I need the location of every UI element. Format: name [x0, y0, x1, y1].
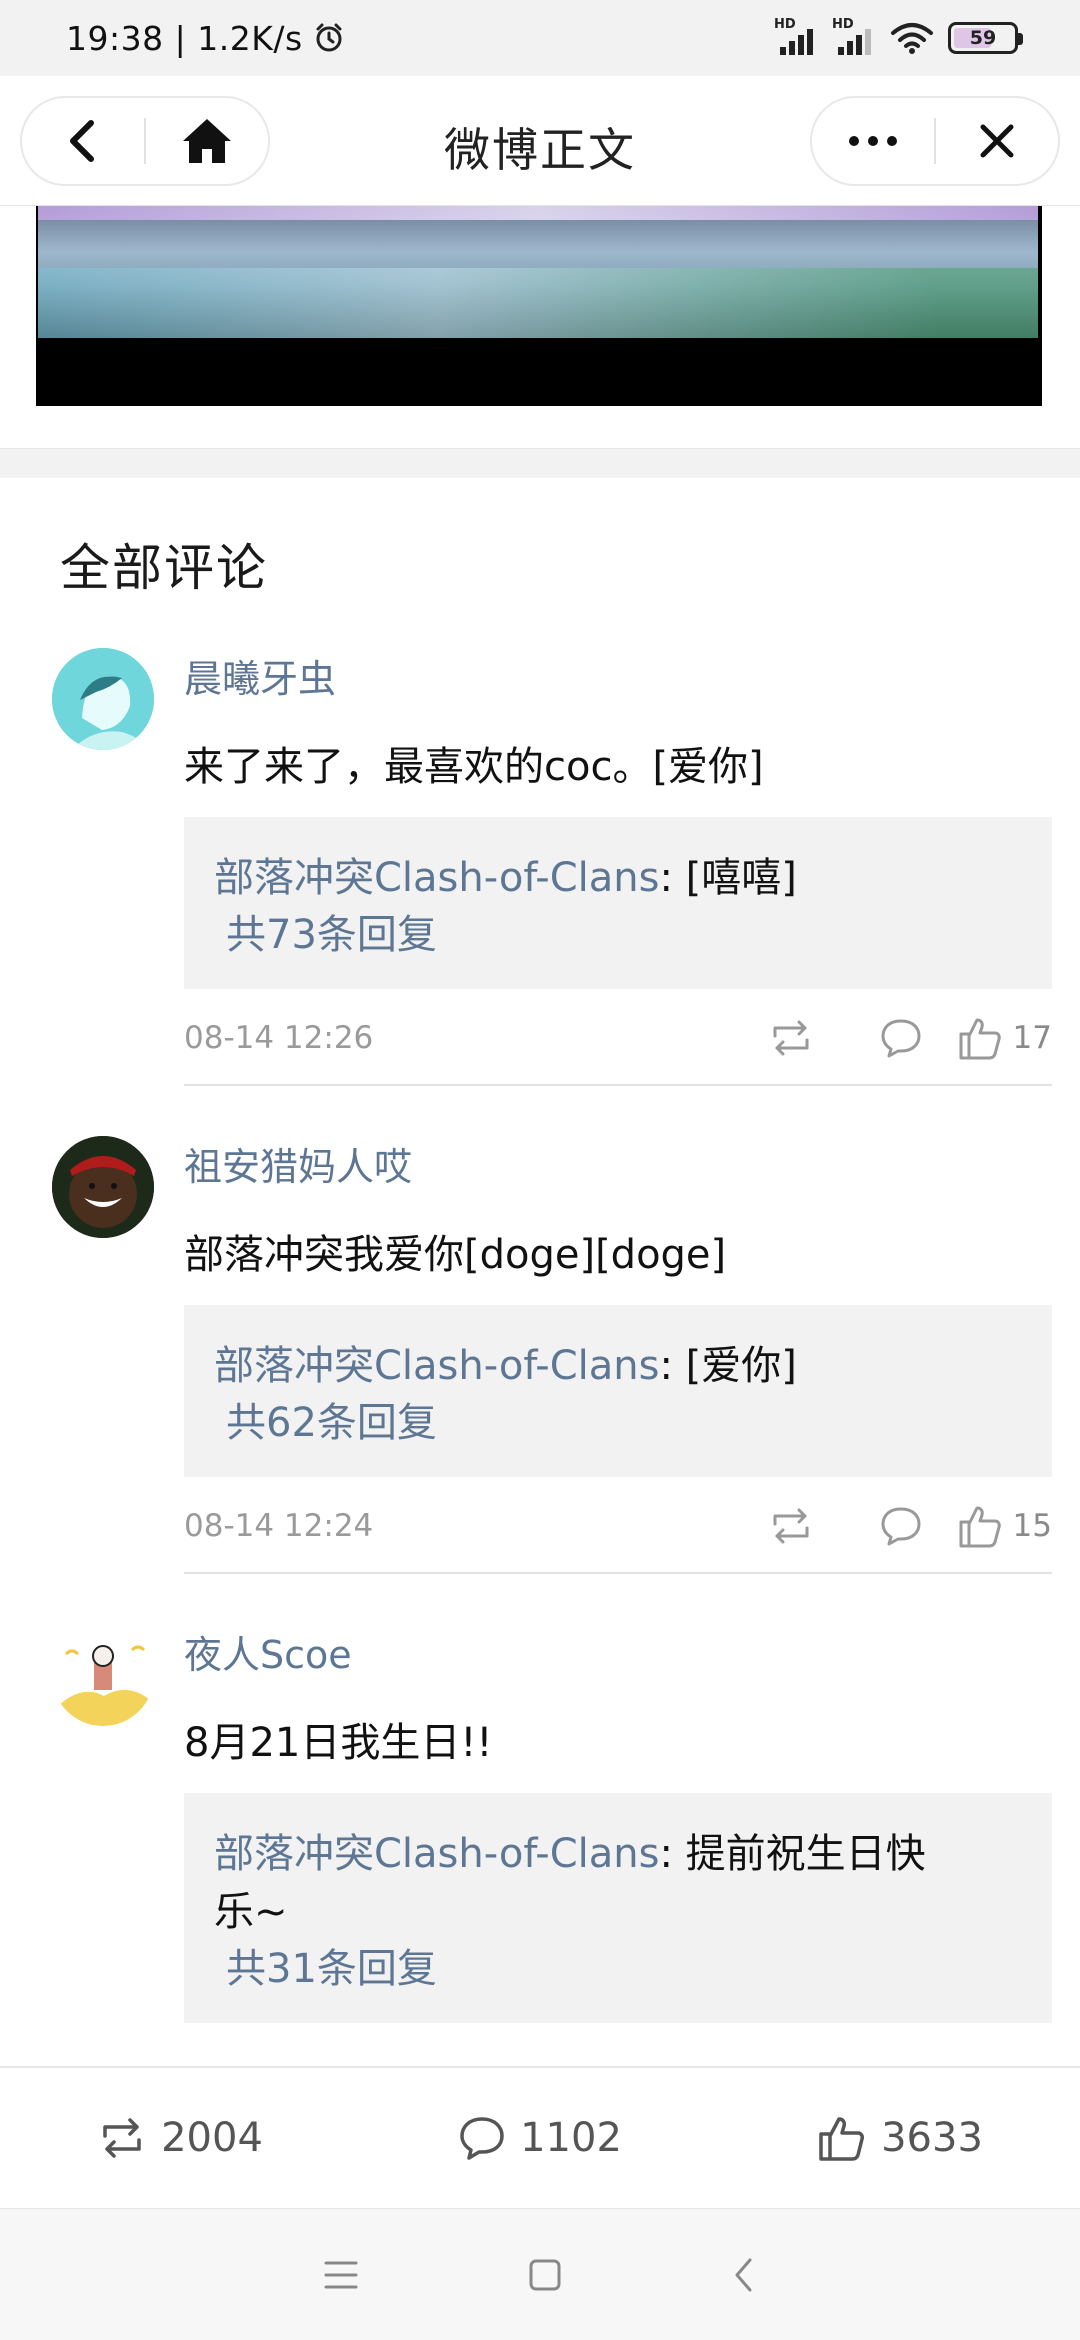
back-nav-icon[interactable] [732, 2257, 756, 2293]
avatar-image [52, 1624, 154, 1726]
comment-text: 部落冲突我爱你[doge][doge] [184, 1232, 727, 1278]
reply-line: 部落冲突Clash-of-Clans: [嘻嘻] [214, 849, 1022, 907]
avatar-image [52, 1136, 154, 1238]
status-separator: | [163, 18, 198, 58]
repost-action[interactable]: 2004 [0, 2115, 360, 2161]
repost-icon [773, 1508, 809, 1544]
comment-username[interactable]: 晨曦牙虫 [184, 648, 336, 703]
repost-count: 2004 [161, 2115, 263, 2161]
status-right: HD HD 59 [774, 17, 1023, 55]
comment-divider [184, 1572, 1052, 1574]
comment-username[interactable]: 夜人Scoe [184, 1624, 352, 1679]
comment-count: 1102 [520, 2115, 622, 2161]
close-button[interactable] [936, 98, 1058, 184]
wifi-icon [891, 23, 933, 54]
comment-text: 来了来了，最喜欢的coc。[爱你] [184, 744, 764, 790]
close-icon [980, 124, 1014, 158]
signal-icon: HD [774, 17, 818, 55]
comment-divider [184, 1084, 1052, 1086]
reply-count-link[interactable]: 共73条回复 [214, 907, 1022, 963]
comments-heading: 全部评论 [60, 539, 268, 597]
comment-text: 8月21日我生日!! [184, 1720, 493, 1766]
like-count: 3633 [881, 2115, 983, 2161]
reply-count-link[interactable]: 共31条回复 [214, 1941, 1022, 1997]
comment-meta: 08-14 12:24 15 [184, 1501, 1052, 1551]
reply-text: : [爱你] [659, 1343, 797, 1389]
comment-meta: 08-14 12:26 17 [184, 1013, 1052, 1063]
reply-author[interactable]: 部落冲突Clash-of-Clans [214, 1343, 659, 1389]
thumbs-up-icon [959, 1018, 1001, 1060]
comment-bubble-icon [881, 1507, 921, 1546]
comment-action[interactable]: 1102 [360, 2115, 720, 2161]
system-nav-bar [0, 2208, 1080, 2340]
network-speed: 1.2K/s [197, 18, 303, 58]
more-icon [849, 136, 897, 146]
thumbs-up-icon [959, 1506, 1001, 1548]
avatar-image [52, 648, 154, 750]
post-video[interactable] [36, 206, 1042, 406]
header: 微博正文 [0, 76, 1080, 206]
reply-text: : 提前祝生日快 [659, 1831, 926, 1877]
avatar[interactable] [52, 1136, 154, 1238]
reply-line: 部落冲突Clash-of-Clans: 提前祝生日快 [214, 1825, 1022, 1883]
reply-line: 部落冲突Clash-of-Clans: [爱你] [214, 1337, 1022, 1395]
reply-text: : [嘻嘻] [659, 855, 797, 901]
repost-button[interactable] [736, 1018, 846, 1058]
video-frame [38, 206, 1038, 338]
reply-author[interactable]: 部落冲突Clash-of-Clans [214, 1831, 659, 1877]
comment-username[interactable]: 祖安猎妈人哎 [184, 1136, 412, 1191]
battery-level: 59 [969, 27, 997, 49]
comment-time: 08-14 12:26 [184, 1020, 374, 1056]
like-action[interactable]: 3633 [720, 2115, 1080, 2161]
comment-button[interactable] [846, 1505, 956, 1547]
section-divider [0, 448, 1080, 478]
repost-icon [773, 1020, 809, 1056]
more-button[interactable] [812, 98, 934, 184]
avatar[interactable] [52, 648, 154, 750]
avatar[interactable] [52, 1624, 154, 1726]
menu-icon[interactable] [324, 2260, 358, 2290]
like-button[interactable]: 17 [956, 1016, 1052, 1060]
repost-icon [103, 2118, 141, 2158]
reply-line-continued: 乐~ [214, 1889, 288, 1935]
menu-pill [810, 96, 1060, 186]
home-square-icon[interactable] [528, 2258, 562, 2292]
reply-box[interactable]: 部落冲突Clash-of-Clans: 提前祝生日快 乐~ 共31条回复 [184, 1793, 1052, 2023]
status-time: 19:38 [66, 18, 164, 58]
thumbs-up-icon [819, 2117, 865, 2161]
post-action-bar: 2004 1102 3633 [0, 2066, 1080, 2208]
like-count: 17 [1012, 1020, 1052, 1056]
status-bar: 19:38 | 1.2K/s HD HD 59 [0, 0, 1080, 76]
comment-bubble-icon [881, 1019, 921, 1058]
status-left: 19:38 | 1.2K/s [66, 19, 345, 58]
battery-icon: 59 [948, 22, 1023, 54]
comment-button[interactable] [846, 1017, 956, 1059]
like-button[interactable]: 15 [956, 1504, 1052, 1548]
reply-box[interactable]: 部落冲突Clash-of-Clans: [爱你] 共62条回复 [184, 1305, 1052, 1477]
reply-box[interactable]: 部落冲突Clash-of-Clans: [嘻嘻] 共73条回复 [184, 817, 1052, 989]
comment-time: 08-14 12:24 [184, 1508, 374, 1544]
reply-author[interactable]: 部落冲突Clash-of-Clans [214, 855, 659, 901]
repost-button[interactable] [736, 1506, 846, 1546]
like-count: 15 [1012, 1508, 1052, 1544]
reply-count-link[interactable]: 共62条回复 [214, 1395, 1022, 1451]
alarm-icon [316, 23, 342, 52]
comment-bubble-icon [460, 2117, 504, 2160]
signal-icon-2: HD [832, 17, 876, 55]
